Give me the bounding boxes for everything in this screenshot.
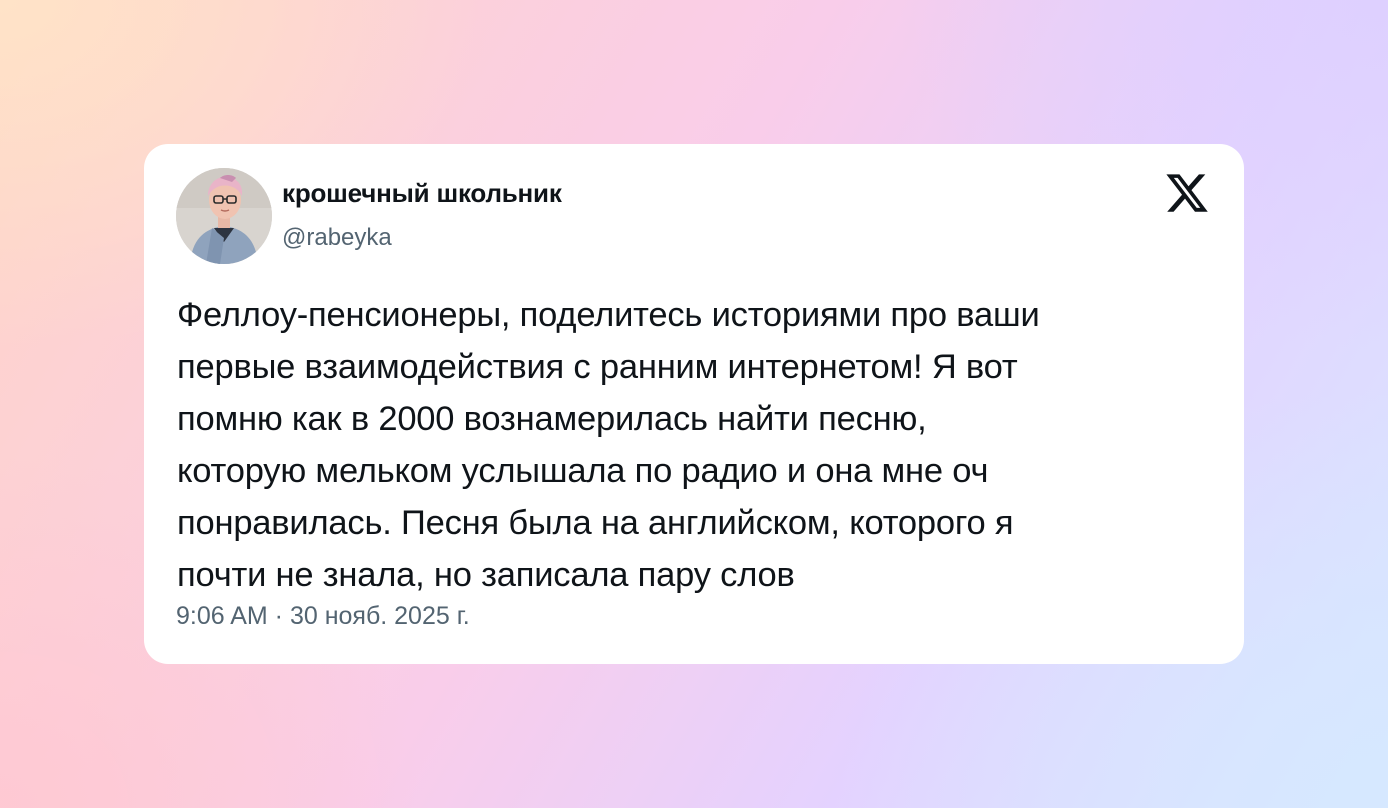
tweet-timestamp[interactable]: 9:06 AM · 30 нояб. 2025 г. — [176, 602, 470, 631]
author-name[interactable]: крошечный школьник — [282, 178, 562, 209]
tweet-text: Феллоу-пенсионеры, поделитесь историями … — [177, 296, 1040, 594]
x-logo-icon[interactable] — [1164, 170, 1210, 216]
author-handle[interactable]: @rabeyka — [282, 224, 392, 252]
avatar-photo — [176, 168, 272, 264]
tweet-card: крошечный школьник @rabeyka Феллоу-пенси… — [144, 144, 1244, 664]
avatar[interactable] — [176, 168, 272, 264]
